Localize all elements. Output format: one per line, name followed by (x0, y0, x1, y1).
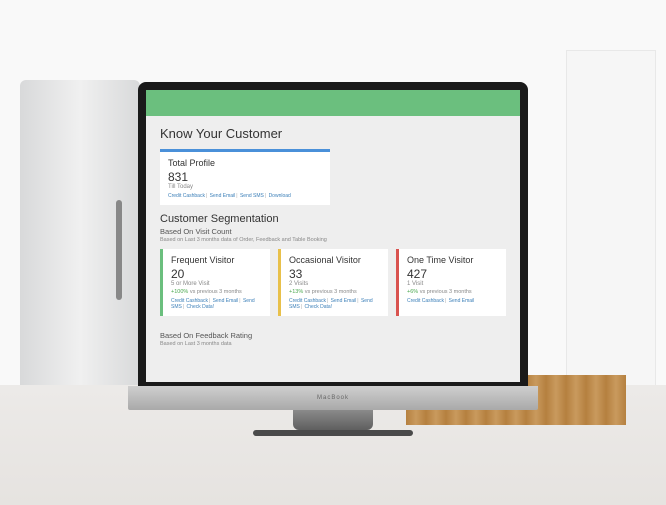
credit-cashback-link[interactable]: Credit Cashback (168, 193, 205, 199)
screen: Know Your Customer Total Profile 831 Til… (146, 90, 520, 382)
card-links: Credit Cashback| Send Email| Send SMS| C… (289, 298, 380, 310)
send-email-link[interactable]: Send Email (210, 193, 236, 199)
card-title: One Time Visitor (407, 255, 498, 265)
cabinet-decor (566, 50, 656, 430)
card-sub: 2 Visits (289, 281, 380, 287)
delta: +13% (289, 289, 303, 295)
send-email-link[interactable]: Send Email (213, 298, 239, 304)
card-change: +13% vs previous 3 months (289, 289, 380, 295)
delta: +6% (407, 289, 418, 295)
send-email-link[interactable]: Send Email (449, 298, 475, 304)
card-title: Occasional Visitor (289, 255, 380, 265)
frequent-visitor-card: Frequent Visitor 20 5 or More Visit +100… (160, 249, 270, 316)
card-sub: 1 Visit (407, 281, 498, 287)
visit-count-note: Based on Last 3 months data of Order, Fe… (160, 237, 506, 243)
card-links: Credit Cashback| Send Email (407, 298, 498, 304)
delta-label: vs previous 3 months (420, 289, 472, 295)
card-value: 427 (407, 267, 498, 281)
total-profile-links: Credit Cashback| Send Email| Send SMS| D… (168, 193, 322, 199)
laptop-mockup: Know Your Customer Total Profile 831 Til… (128, 82, 538, 442)
delta-label: vs previous 3 months (305, 289, 357, 295)
card-links: Credit Cashback| Send Email| Send SMS| C… (171, 298, 262, 310)
delta-label: vs previous 3 months (190, 289, 242, 295)
visitor-cards-row: Frequent Visitor 20 5 or More Visit +100… (160, 249, 506, 324)
card-sub: 5 or More Visit (171, 281, 262, 287)
total-profile-value: 831 (168, 170, 322, 184)
visit-count-subtitle: Based On Visit Count (160, 227, 506, 236)
total-profile-title: Total Profile (168, 158, 322, 168)
total-profile-subtitle: Till Today (168, 184, 322, 190)
card-title: Frequent Visitor (171, 255, 262, 265)
delta: +100% (171, 289, 188, 295)
card-value: 33 (289, 267, 380, 281)
app-topbar (146, 90, 520, 116)
credit-cashback-link[interactable]: Credit Cashback (407, 298, 444, 304)
check-data-link[interactable]: Check Data! (305, 304, 333, 310)
card-value: 20 (171, 267, 262, 281)
send-sms-link[interactable]: Send SMS (240, 193, 264, 199)
fridge-decor (20, 80, 140, 420)
feedback-note: Based on Last 3 months data (160, 341, 506, 347)
segmentation-title: Customer Segmentation (160, 213, 506, 225)
laptop-brand-label: MacBook (317, 395, 349, 401)
fridge-handle (116, 200, 122, 300)
card-change: +6% vs previous 3 months (407, 289, 498, 295)
feedback-subtitle: Based On Feedback Rating (160, 331, 506, 340)
laptop-foot (293, 410, 373, 430)
download-link[interactable]: Download (269, 193, 291, 199)
app-content: Know Your Customer Total Profile 831 Til… (146, 116, 520, 363)
card-change: +100% vs previous 3 months (171, 289, 262, 295)
laptop-bezel: Know Your Customer Total Profile 831 Til… (138, 82, 528, 390)
laptop-base: MacBook (128, 386, 538, 410)
total-profile-card: Total Profile 831 Till Today Credit Cash… (160, 149, 330, 205)
check-data-link[interactable]: Check Data! (187, 304, 215, 310)
occasional-visitor-card: Occasional Visitor 33 2 Visits +13% vs p… (278, 249, 388, 316)
page-title: Know Your Customer (160, 126, 506, 141)
one-time-visitor-card: One Time Visitor 427 1 Visit +6% vs prev… (396, 249, 506, 316)
send-email-link[interactable]: Send Email (331, 298, 357, 304)
